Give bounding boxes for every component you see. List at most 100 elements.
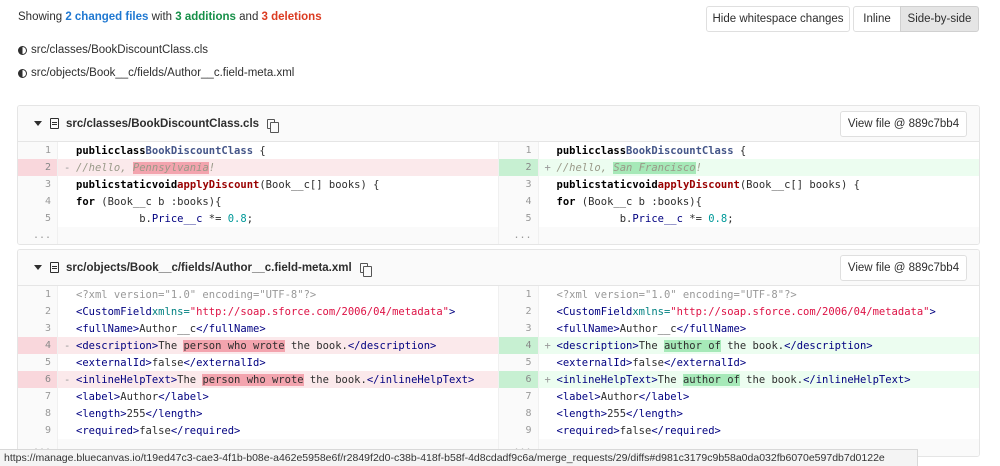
code-line: //hello, Pennsylvania! — [76, 159, 498, 176]
diff-line: 5 b. Price__c *= 0.8; — [18, 210, 498, 227]
collapse-caret-icon[interactable] — [34, 265, 42, 270]
line-number[interactable]: 3 — [18, 320, 58, 337]
file-icon — [50, 262, 59, 273]
code-line — [556, 227, 979, 244]
side-by-side-view-button[interactable]: Side-by-side — [900, 6, 979, 32]
diff-old-side: 1 <?xml version="1.0" encoding="UTF-8"?> 2… — [18, 286, 499, 456]
diff-marker — [58, 388, 76, 405]
code-line: <?xml version="1.0" encoding="UTF-8"?> — [556, 288, 797, 301]
line-number[interactable]: 9 — [498, 422, 539, 439]
diff-line: 2- //hello, Pennsylvania! — [18, 159, 498, 176]
diff-marker — [58, 176, 76, 193]
diff-marker — [539, 193, 557, 210]
code-line: <required> false </required> — [76, 424, 241, 437]
diff-line: 2 + //hello, San Francisco! — [498, 159, 979, 176]
file-list-item[interactable]: src/classes/BookDiscountClass.cls — [18, 44, 208, 56]
code-line: <externalId> false </externalId> — [76, 356, 266, 369]
line-number[interactable]: 6 — [498, 371, 539, 388]
copy-path-icon[interactable] — [359, 262, 372, 277]
line-number[interactable]: 1 — [18, 142, 58, 159]
code-line: <fullName> Author__c </fullName> — [556, 322, 747, 335]
line-number[interactable]: 1 — [498, 286, 539, 303]
diff-marker — [539, 422, 557, 439]
line-number[interactable]: 5 — [498, 354, 539, 371]
diff-line: 3 <fullName> Author__c </fullName> — [18, 320, 498, 337]
copy-path-icon[interactable] — [267, 118, 280, 133]
diff-new-side: 1 <?xml version="1.0" encoding="UTF-8"?> 2… — [498, 286, 980, 456]
code-line: public class BookDiscountClass { — [76, 144, 266, 157]
code-line: <length> 255 </length> — [76, 407, 203, 420]
file-list-item[interactable]: src/objects/Book__c/fields/Author__c.fie… — [18, 67, 294, 79]
line-number[interactable]: ... — [18, 227, 58, 244]
line-number[interactable]: 4 — [498, 337, 539, 354]
diff-marker — [539, 286, 557, 303]
line-number[interactable]: 6 — [18, 371, 58, 388]
hide-whitespace-button[interactable]: Hide whitespace changes — [706, 6, 850, 32]
code-line: <inlineHelpText> The author of the book. <… — [556, 371, 979, 388]
diff-line: 9 <required> false </required> — [498, 422, 980, 439]
line-number[interactable]: 5 — [498, 210, 539, 227]
file-diff: src/classes/BookDiscountClass.cls View f… — [17, 105, 980, 245]
view-file-button[interactable]: View file @ 889c7bb4 — [840, 111, 967, 137]
line-number[interactable]: 3 — [498, 320, 539, 337]
changed-files-link[interactable]: 2 changed files — [65, 11, 148, 23]
code-line: <?xml version="1.0" encoding="UTF-8"?> — [76, 288, 317, 301]
line-number[interactable]: 2 — [18, 303, 58, 320]
diff-line: 6- <inlineHelpText> The person who wrote … — [18, 371, 498, 388]
line-number[interactable]: 5 — [18, 210, 58, 227]
line-number[interactable]: 1 — [18, 286, 58, 303]
file-header: src/objects/Book__c/fields/Author__c.fie… — [18, 250, 979, 286]
line-number[interactable]: 8 — [498, 405, 539, 422]
diff-marker: - — [58, 159, 76, 176]
line-number[interactable]: 4 — [18, 193, 58, 210]
code-line — [76, 227, 498, 244]
diff-new-side: 1 public class BookDiscountClass {2 + //h… — [498, 142, 980, 244]
line-number[interactable]: 2 — [18, 159, 58, 176]
line-number[interactable]: 2 — [498, 159, 539, 176]
file-header: src/classes/BookDiscountClass.cls View f… — [18, 106, 979, 142]
line-number[interactable]: 2 — [498, 303, 539, 320]
diff-marker: + — [538, 159, 557, 176]
line-number[interactable]: 7 — [498, 388, 539, 405]
code-line: <CustomField xmlns= "http://soap.sforce.c… — [556, 305, 936, 318]
line-number[interactable]: 9 — [18, 422, 58, 439]
file-list-item-label: src/objects/Book__c/fields/Author__c.fie… — [31, 67, 295, 79]
collapse-caret-icon[interactable] — [34, 121, 42, 126]
code-line: <inlineHelpText> The person who wrote the… — [76, 371, 498, 388]
diff-line: 9 <required> false </required> — [18, 422, 498, 439]
diff-marker — [58, 422, 76, 439]
line-number[interactable]: 7 — [18, 388, 58, 405]
diff-line: 2 <CustomField xmlns= "http://soap.sforce.… — [18, 303, 498, 320]
code-line: <length> 255 </length> — [556, 407, 683, 420]
deletions-count: 3 deletions — [261, 11, 322, 23]
diff-line: 5 b. Price__c *= 0.8; — [498, 210, 980, 227]
diff-marker — [539, 354, 557, 371]
line-number[interactable]: 1 — [498, 142, 539, 159]
line-number[interactable]: 5 — [18, 354, 58, 371]
diff-line: 5 <externalId> false </externalId> — [498, 354, 980, 371]
diff-marker — [539, 210, 557, 227]
additions-count: 3 additions — [175, 11, 236, 23]
diff-expand-row[interactable]: ... — [498, 227, 979, 244]
line-number[interactable]: ... — [498, 227, 539, 244]
diff-line: 8 <length> 255 </length> — [18, 405, 498, 422]
diff-line: 3 public static void applyDiscount (Book_… — [498, 176, 980, 193]
line-number[interactable]: 4 — [18, 337, 58, 354]
diff-marker: + — [538, 371, 557, 388]
view-file-button[interactable]: View file @ 889c7bb4 — [840, 255, 967, 281]
line-number[interactable]: 3 — [18, 176, 58, 193]
line-number[interactable]: 4 — [498, 193, 539, 210]
diff-line: 4- <description> The person who wrote the… — [18, 337, 498, 354]
inline-view-button[interactable]: Inline — [853, 6, 901, 32]
line-number[interactable]: 8 — [18, 405, 58, 422]
file-title: src/objects/Book__c/fields/Author__c.fie… — [66, 261, 352, 274]
diff-line: 6 + <inlineHelpText> The author of the boo… — [498, 371, 979, 388]
diff-line: 5 <externalId> false </externalId> — [18, 354, 498, 371]
summary-mid1: with — [148, 11, 176, 23]
line-number[interactable]: 3 — [498, 176, 539, 193]
diff-line: 2 <CustomField xmlns= "http://soap.sforce.… — [498, 303, 980, 320]
diff-marker — [58, 320, 76, 337]
diff-marker — [58, 286, 76, 303]
diff-expand-row[interactable]: ... — [18, 227, 498, 244]
diff-marker: - — [58, 371, 76, 388]
